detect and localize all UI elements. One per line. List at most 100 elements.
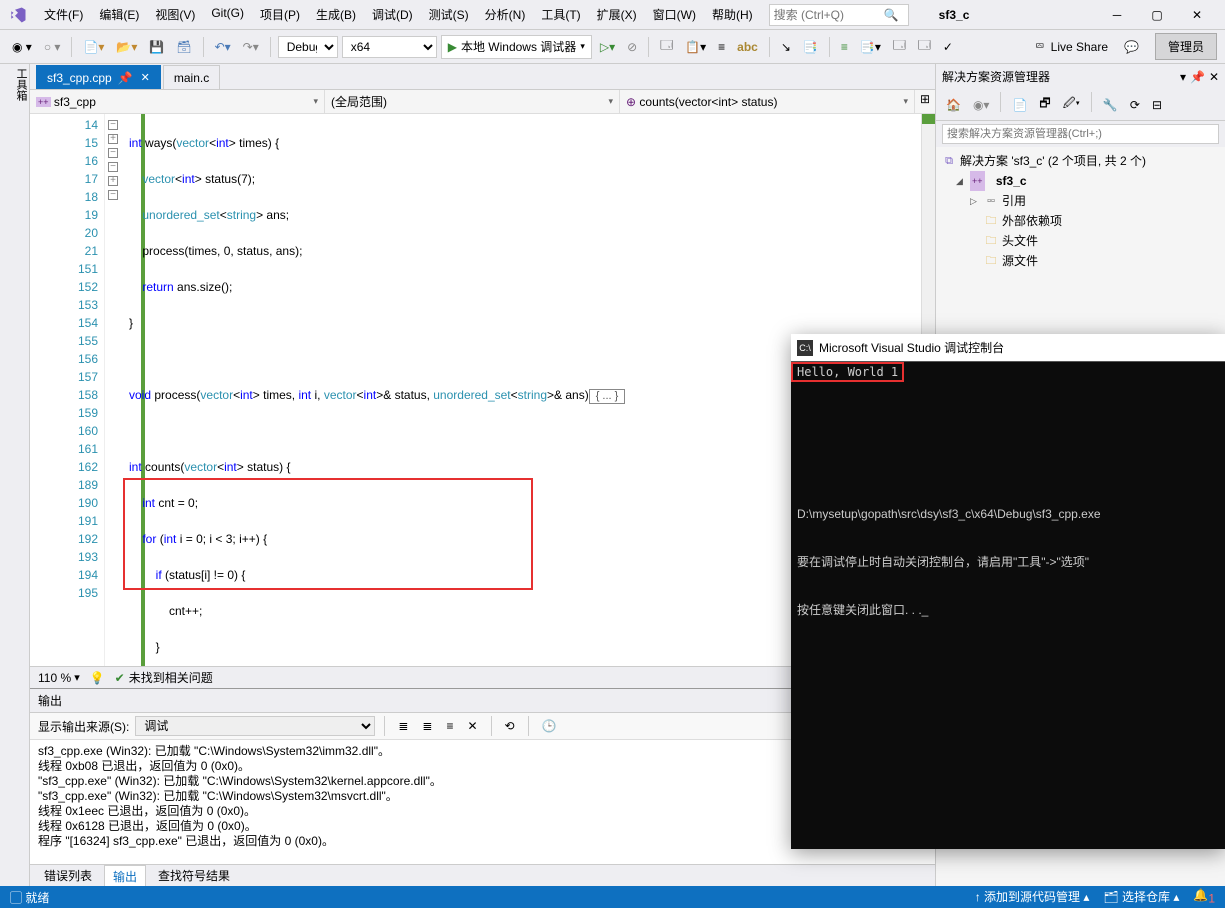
chevron-down-icon[interactable]: ◢ (956, 171, 966, 191)
scope-function[interactable]: ⊕ counts(vector<int> status)▾ (620, 90, 915, 113)
scope-global[interactable]: (全局范围)▾ (325, 90, 620, 113)
sol-search-input[interactable] (942, 124, 1219, 144)
tab-output[interactable]: 输出 (104, 865, 146, 887)
menu-test[interactable]: 测试(S) (421, 2, 477, 27)
play-icon: ▶ (448, 40, 457, 54)
tb-icon-3[interactable]: 📋▾ (681, 38, 710, 56)
menu-edit[interactable]: 编辑(E) (91, 2, 147, 27)
tree-src[interactable]: 🗀源文件 (942, 251, 1219, 271)
undo-button[interactable]: ↶▾ (211, 38, 235, 56)
out-btn-6[interactable]: 🕒 (538, 717, 561, 735)
sol-btn-6[interactable]: 🔧 (1099, 92, 1122, 117)
platform-select[interactable]: x64 (342, 36, 437, 58)
sol-home-button[interactable]: 🏠 (942, 92, 965, 117)
tab-active[interactable]: sf3_cpp.cpp 📌 ✕ (36, 65, 161, 89)
maximize-button[interactable]: ▢ (1137, 1, 1177, 29)
close-icon[interactable]: ✕ (1209, 70, 1219, 84)
redo-button[interactable]: ↷▾ (239, 38, 263, 56)
zoom-level[interactable]: 110 % (38, 671, 71, 685)
left-rail[interactable]: 工具箱 (0, 64, 30, 886)
feedback-icon[interactable]: 💬 (1124, 40, 1139, 54)
menu-debug[interactable]: 调试(D) (364, 2, 421, 27)
save-all-button[interactable]: 🗃 (172, 38, 195, 56)
bulb-icon[interactable]: 💡 (90, 671, 105, 685)
window-controls: ─ ▢ ✕ (1097, 1, 1217, 29)
out-btn-1[interactable]: ≣ (394, 717, 412, 735)
split-icon[interactable]: ⊞ (915, 90, 935, 113)
fold-column[interactable]: −+−−+− (105, 114, 121, 666)
search-input[interactable] (774, 8, 884, 22)
admin-button[interactable]: 管理员 (1155, 33, 1217, 60)
tree-ext[interactable]: 🗀外部依赖项 (942, 211, 1219, 231)
start-debug-button[interactable]: ▶ 本地 Windows 调试器 ▾ (441, 35, 592, 59)
close-icon[interactable]: ✕ (141, 71, 150, 84)
tb-icon-8[interactable]: ≡ (837, 38, 852, 56)
menu-build[interactable]: 生成(B) (308, 2, 364, 27)
menu-tools[interactable]: 工具(T) (533, 2, 588, 27)
menu-analyze[interactable]: 分析(N) (477, 2, 534, 27)
tb-icon-2[interactable]: 🗔 (656, 34, 677, 59)
tab-findsym[interactable]: 查找符号结果 (150, 865, 238, 886)
console-titlebar[interactable]: C:\ Microsoft Visual Studio 调试控制台 (791, 334, 1225, 362)
out-btn-2[interactable]: ≣ (418, 717, 436, 735)
scope-project[interactable]: ++ sf3_cpp▾ (30, 90, 325, 113)
open-button[interactable]: 📂▾ (112, 38, 141, 56)
out-btn-3[interactable]: ≡ (442, 717, 457, 735)
menu-project[interactable]: 项目(P) (252, 2, 308, 27)
config-select[interactable]: Debug (278, 36, 338, 58)
tb-icon-5[interactable]: abc (733, 38, 762, 56)
scope-navbar: ++ sf3_cpp▾ (全局范围)▾ ⊕ counts(vector<int>… (30, 90, 935, 114)
out-btn-5[interactable]: ⟲ (501, 717, 519, 735)
pin-icon[interactable]: 📌 (118, 71, 133, 85)
sol-btn-4[interactable]: 🗗 (1035, 92, 1054, 117)
tb-icon-12[interactable]: ✓ (939, 38, 957, 56)
out-btn-4[interactable]: ✕ (463, 717, 481, 735)
tab-errors[interactable]: 错误列表 (36, 865, 100, 886)
menu-extensions[interactable]: 扩展(X) (589, 2, 645, 27)
sol-btn-5[interactable]: 🖉▾ (1059, 92, 1084, 117)
close-button[interactable]: ✕ (1177, 1, 1217, 29)
tb-icon-10[interactable]: 🗔 (889, 34, 910, 59)
tree-headers[interactable]: 🗀头文件 (942, 231, 1219, 251)
menu-window[interactable]: 窗口(W) (645, 2, 704, 27)
tab-mainc[interactable]: main.c (163, 65, 220, 89)
search-box[interactable]: 🔍 (769, 4, 909, 26)
bell-icon[interactable]: 🔔1 (1193, 888, 1215, 905)
live-share-label: Live Share (1051, 40, 1108, 54)
tb-icon-6[interactable]: ↘ (777, 38, 795, 56)
menu-git[interactable]: Git(G) (203, 2, 252, 27)
tb-icon-11[interactable]: 🗔 (914, 34, 935, 59)
menu-help[interactable]: 帮助(H) (704, 2, 761, 27)
output-source-label: 显示输出来源(S): (38, 718, 129, 735)
source-control[interactable]: ↑ 添加到源代码管理 ▴ (975, 888, 1090, 905)
output-source-select[interactable]: 调试 (135, 716, 375, 736)
tb-icon-1[interactable]: ⊘ (623, 38, 641, 56)
tb-icon-9[interactable]: 📑▾ (856, 38, 885, 56)
sol-btn-2[interactable]: ◉▾ (969, 92, 994, 117)
start-nodebug-button[interactable]: ▷▾ (596, 38, 619, 56)
select-repo[interactable]: 🗂 选择仓库 ▴ (1103, 888, 1179, 905)
nav-fwd-button[interactable]: ○ ▾ (40, 38, 65, 56)
debug-console-window[interactable]: C:\ Microsoft Visual Studio 调试控制台 Hello,… (791, 334, 1225, 849)
sol-btn-8[interactable]: ⊟ (1148, 92, 1166, 117)
tree-project[interactable]: ◢++ sf3_c (942, 171, 1219, 191)
new-item-button[interactable]: 📄▾ (79, 38, 108, 56)
tree-solution[interactable]: ⧉解决方案 'sf3_c' (2 个项目, 共 2 个) (942, 151, 1219, 171)
save-button[interactable]: 💾 (145, 38, 168, 56)
tb-icon-7[interactable]: 📑 (799, 38, 822, 56)
scope-label: sf3_cpp (54, 95, 96, 109)
pin-icon[interactable]: 📌 (1190, 70, 1205, 84)
tab-label: sf3_cpp.cpp (47, 71, 112, 85)
dropdown-icon[interactable]: ▾ (1180, 70, 1186, 84)
menu-view[interactable]: 视图(V) (147, 2, 203, 27)
sol-btn-7[interactable]: ⟳ (1126, 92, 1144, 117)
chevron-right-icon[interactable]: ▷ (970, 191, 980, 211)
tree-refs[interactable]: ▷▫▫引用 (942, 191, 1219, 211)
minimize-button[interactable]: ─ (1097, 1, 1137, 29)
menu-file[interactable]: 文件(F) (36, 2, 91, 27)
tb-icon-4[interactable]: ≡ (714, 38, 729, 56)
console-body[interactable]: Hello, World 1 D:\mysetup\gopath\src\dsy… (791, 362, 1225, 849)
live-share[interactable]: ⮹ Live Share 💬 管理员 (1035, 33, 1217, 60)
sol-btn-3[interactable]: 📄 (1008, 92, 1031, 117)
nav-back-button[interactable]: ◉ ▾ (8, 38, 36, 56)
